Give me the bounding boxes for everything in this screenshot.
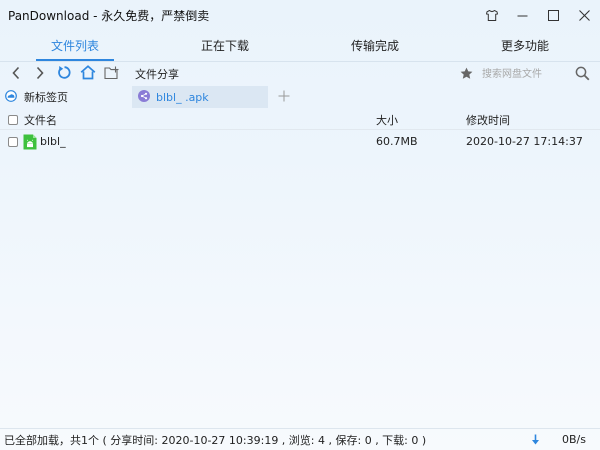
main-tabs: 文件列表 正在下载 传输完成 更多功能 [0, 30, 600, 62]
tab-completed[interactable]: 传输完成 [300, 30, 450, 61]
shirt-icon [485, 9, 498, 21]
chevron-right-icon [35, 66, 45, 83]
search-icon[interactable] [575, 66, 590, 84]
tab-label: 更多功能 [500, 39, 549, 53]
skin-button[interactable] [476, 0, 507, 30]
title-bar: PanDownload - 永久免费，严禁倒卖 [0, 0, 600, 30]
app-title: PanDownload - 永久免费，严禁倒卖 [8, 8, 210, 23]
new-tab[interactable]: 新标签页 [4, 86, 132, 108]
new-folder-button[interactable] [101, 63, 123, 85]
status-text: 已全部加载，共1个 ( 分享时间: 2020-10-27 10:39:19 , … [4, 433, 427, 447]
minimize-icon [517, 10, 528, 21]
tab-downloading[interactable]: 正在下载 [150, 30, 300, 61]
tab-more-features[interactable]: 更多功能 [450, 30, 600, 61]
file-size: 60.7MB [376, 135, 418, 148]
tab-file-list[interactable]: 文件列表 [0, 30, 150, 61]
status-bar: 已全部加载，共1个 ( 分享时间: 2020-10-27 10:39:19 , … [0, 428, 600, 450]
new-tab-label: 新标签页 [24, 91, 68, 104]
page-tab-bar: 新标签页 blbl_ .apk [0, 86, 600, 108]
toolbar: 文件分享 [0, 62, 600, 86]
download-arrow-icon [531, 434, 540, 448]
plus-icon [278, 90, 290, 105]
chevron-left-icon [11, 66, 21, 83]
current-path: 文件分享 [135, 68, 179, 81]
home-icon [80, 65, 96, 83]
column-header-name[interactable]: 文件名 [24, 112, 57, 128]
file-table-header: 文件名 大小 修改时间 [0, 110, 600, 130]
file-name: blbl_ [40, 135, 66, 148]
shared-file-tab[interactable]: blbl_ .apk [132, 86, 268, 108]
tab-label: 传输完成 [350, 39, 399, 53]
select-all-checkbox[interactable] [8, 115, 18, 125]
cloud-icon [4, 89, 18, 105]
window-controls [476, 0, 600, 30]
table-row[interactable]: blbl_ 60.7MB 2020-10-27 17:14:37 [0, 131, 600, 153]
close-icon [579, 9, 590, 21]
new-folder-icon [104, 66, 120, 83]
star-icon[interactable] [460, 67, 473, 83]
column-header-size[interactable]: 大小 [376, 112, 398, 128]
add-tab-button[interactable] [276, 89, 292, 105]
file-modified-time: 2020-10-27 17:14:37 [466, 135, 583, 148]
minimize-button[interactable] [507, 0, 538, 30]
maximize-icon [548, 9, 559, 21]
maximize-button[interactable] [538, 0, 569, 30]
refresh-button[interactable] [53, 63, 75, 85]
search-input[interactable] [458, 63, 594, 85]
back-button[interactable] [5, 63, 27, 85]
share-icon [138, 89, 150, 105]
search-box [458, 63, 594, 85]
tab-label: 正在下载 [200, 39, 249, 53]
shared-file-tab-label: blbl_ .apk [156, 90, 209, 104]
android-apk-icon [23, 134, 37, 150]
tab-label: 文件列表 [50, 39, 99, 53]
forward-button[interactable] [29, 63, 51, 85]
refresh-icon [57, 65, 72, 83]
download-speed: 0B/s [562, 433, 586, 446]
close-button[interactable] [569, 0, 600, 30]
column-header-date[interactable]: 修改时间 [466, 112, 510, 128]
home-button[interactable] [77, 63, 99, 85]
row-checkbox[interactable] [8, 137, 18, 147]
